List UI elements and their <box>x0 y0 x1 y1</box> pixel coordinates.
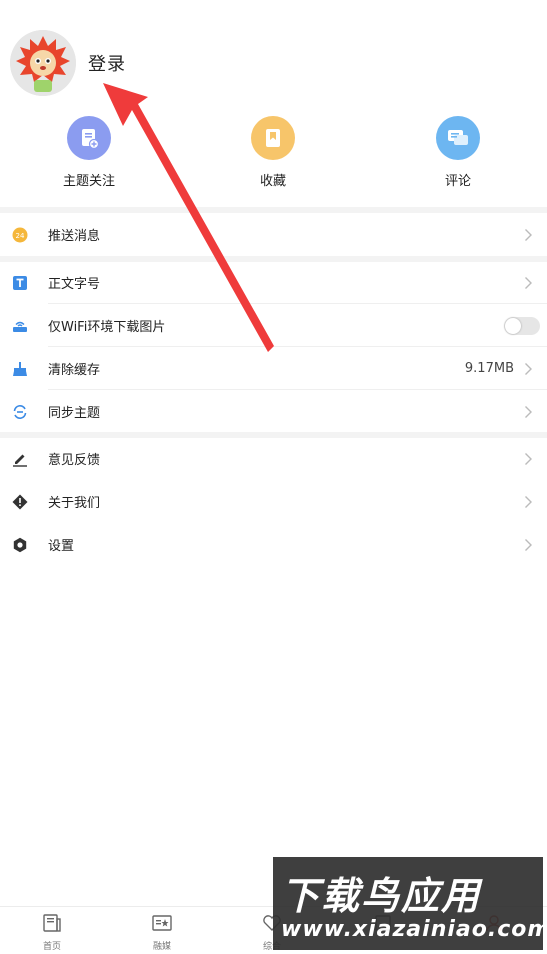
quick-actions: 主题关注 收藏 评论 <box>0 110 547 200</box>
chevron-right-icon <box>525 452 532 465</box>
news-icon <box>43 914 61 932</box>
quick-action-topics[interactable]: 主题关注 <box>29 110 149 200</box>
menu-item-label: 关于我们 <box>48 496 101 511</box>
router-icon <box>12 318 28 334</box>
media-icon <box>152 915 172 931</box>
gear-icon <box>12 537 28 553</box>
cache-size-value: 9.17MB <box>464 361 514 376</box>
nav-item-home[interactable]: 首页 <box>12 907 92 954</box>
menu-item-label: 意见反馈 <box>48 453 101 468</box>
avatar[interactable] <box>10 30 76 96</box>
menu-item-settings[interactable]: 设置 <box>0 523 547 566</box>
menu-item-feedback[interactable]: 意见反馈 <box>0 437 547 480</box>
nav-label: 首页 <box>42 942 61 952</box>
menu-item-sync-topics[interactable]: 同步主题 <box>0 390 547 433</box>
text-t-icon <box>12 275 28 291</box>
menu-item-label: 设置 <box>48 539 75 554</box>
quick-action-label: 收藏 <box>259 174 286 189</box>
menu-item-label: 推送消息 <box>48 229 101 244</box>
watermark-overlay: 下载鸟应用 www.xiazainiao.com <box>273 857 547 950</box>
watermark-url: www.xiazainiao.com <box>281 917 547 942</box>
toggle-knob <box>505 317 521 334</box>
pencil-icon <box>12 451 28 467</box>
quick-action-label: 主题关注 <box>62 174 115 189</box>
chevron-right-icon <box>525 405 532 418</box>
nav-label: 融媒 <box>152 942 171 952</box>
broom-icon <box>12 361 28 377</box>
menu-item-label: 清除缓存 <box>48 363 101 378</box>
chevron-right-icon <box>525 228 532 241</box>
quick-action-favorites[interactable]: 收藏 <box>213 110 333 200</box>
chevron-right-icon <box>525 276 532 289</box>
doc-add-icon <box>67 116 111 160</box>
menu-item-label: 同步主题 <box>48 406 101 421</box>
bookmark-icon <box>251 116 295 160</box>
menu-item-wifi-images[interactable]: 仅WiFi环境下载图片 <box>0 304 547 347</box>
comment-icon <box>436 116 480 160</box>
menu-item-font-size[interactable]: 正文字号 <box>0 261 547 304</box>
lion-mascot-icon <box>10 30 76 96</box>
nav-item-media[interactable]: 融媒 <box>122 907 202 954</box>
chevron-right-icon <box>525 362 532 375</box>
quick-action-comments[interactable]: 评论 <box>398 110 518 200</box>
profile-header: 登录 <box>0 0 547 105</box>
menu-item-about[interactable]: 关于我们 <box>0 480 547 523</box>
login-link[interactable]: 登录 <box>88 50 126 76</box>
menu-item-label: 正文字号 <box>48 277 101 292</box>
sync-icon <box>12 404 28 420</box>
quick-action-label: 评论 <box>444 174 471 189</box>
menu-item-label: 仅WiFi环境下载图片 <box>48 320 166 335</box>
chevron-right-icon <box>525 495 532 508</box>
clock-24-icon: 24 <box>12 227 28 243</box>
chevron-right-icon <box>525 538 532 551</box>
menu-item-push[interactable]: 24 推送消息 <box>0 213 547 256</box>
svg-text:24: 24 <box>16 232 25 240</box>
wifi-only-toggle[interactable] <box>504 316 540 335</box>
info-diamond-icon <box>12 494 28 510</box>
menu-item-clear-cache[interactable]: 清除缓存 9.17MB <box>0 347 547 390</box>
watermark-title: 下载鸟应用 <box>281 874 482 918</box>
